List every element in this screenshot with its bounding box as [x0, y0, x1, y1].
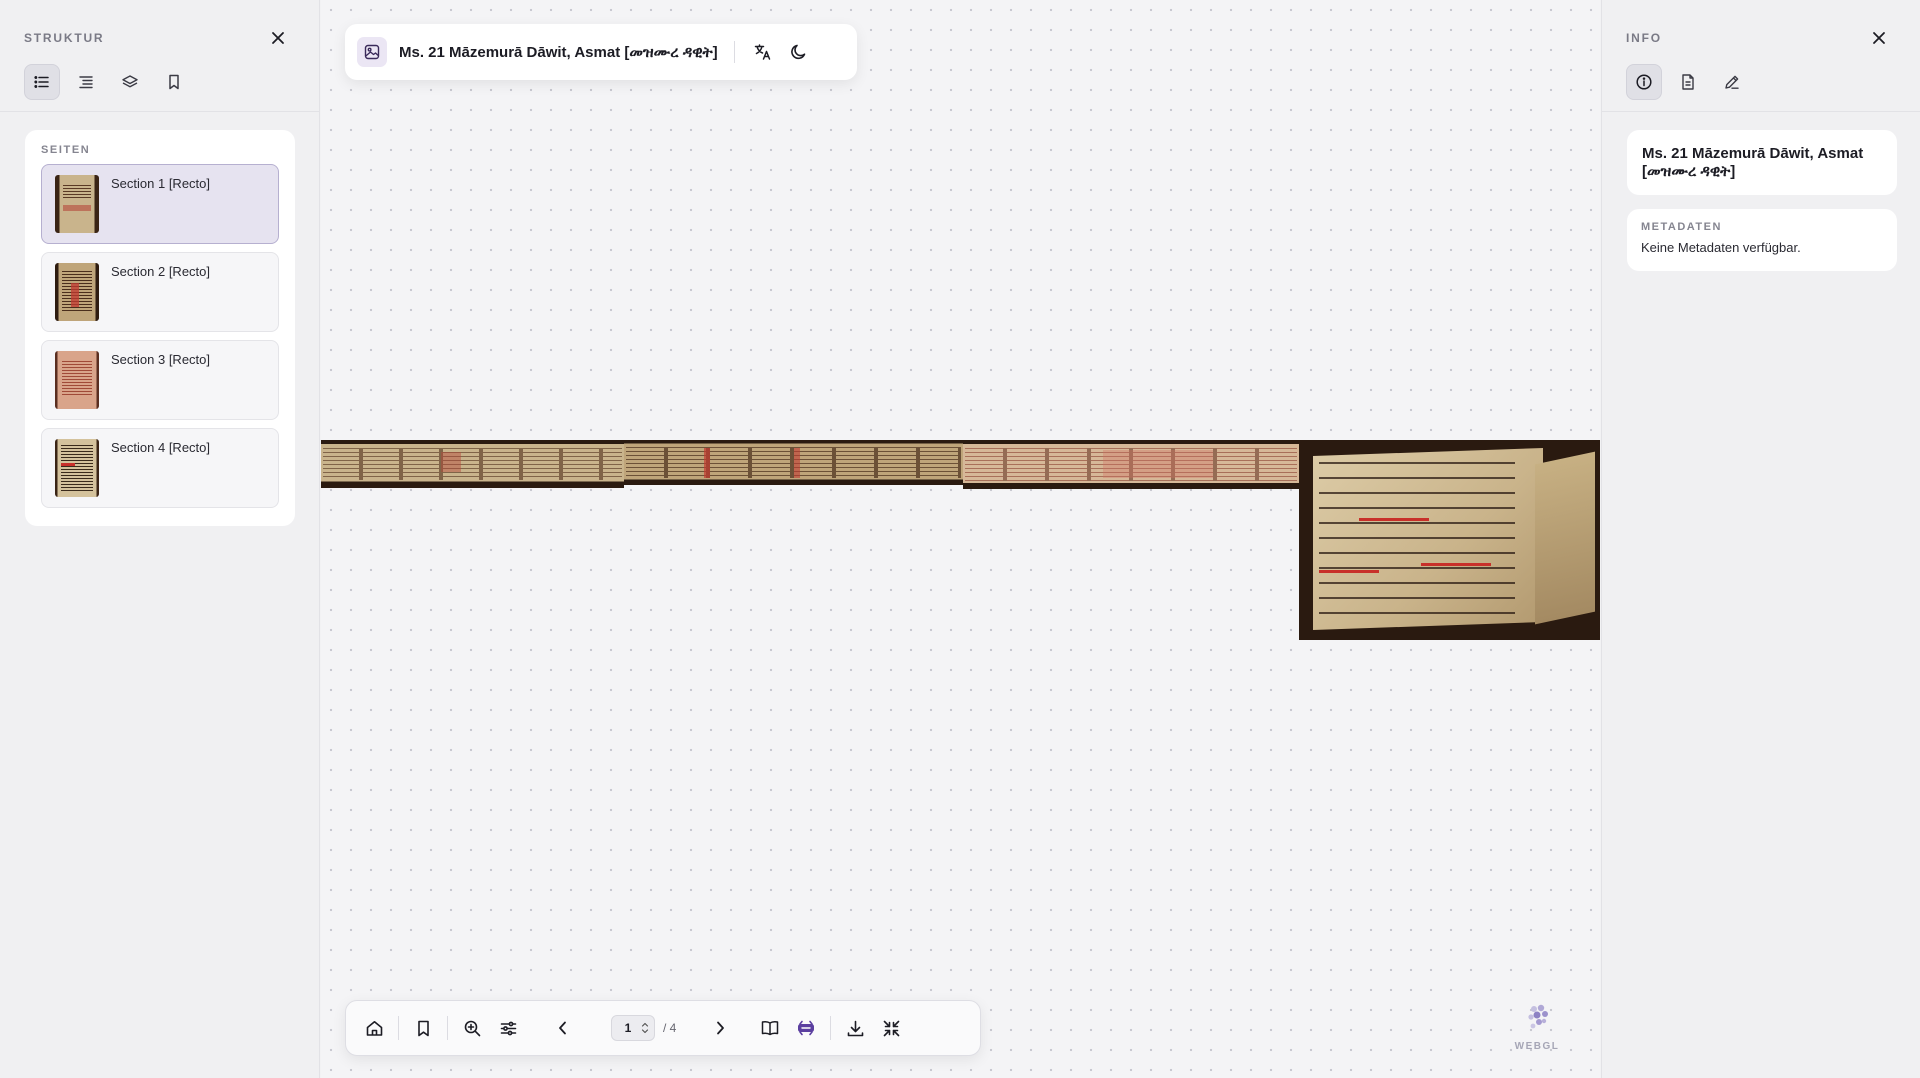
toolbar-separator — [398, 1016, 399, 1040]
logo-icon — [1528, 1004, 1548, 1029]
home-button[interactable] — [356, 1010, 392, 1046]
info-panel-header: INFO — [1602, 0, 1920, 112]
pen-icon — [1725, 75, 1739, 89]
page-item-3[interactable]: Section 3 [Recto] — [41, 340, 279, 420]
bookmark-icon — [169, 74, 179, 90]
close-icon — [1873, 32, 1885, 44]
bookmark-button[interactable] — [405, 1010, 441, 1046]
structure-panel-title: STRUKTUR — [24, 31, 105, 45]
outline-view-button[interactable] — [68, 64, 104, 100]
page-navigator: / 4 — [611, 1015, 702, 1041]
page-item-1[interactable]: Section 1 [Recto] — [41, 164, 279, 244]
manuscript-section-3-image — [963, 440, 1299, 489]
previous-page-button[interactable] — [545, 1010, 581, 1046]
logo-text: WEBGL — [1514, 1041, 1560, 1052]
image-icon — [357, 37, 387, 67]
document-icon — [1682, 74, 1694, 90]
page-item-2[interactable]: Section 2 [Recto] — [41, 252, 279, 332]
download-icon — [847, 1020, 864, 1036]
document-title: Ms. 21 Māzemurā Dāwit, Asmat [መዝሙረ ዳዊት] — [399, 43, 718, 61]
download-button[interactable] — [837, 1010, 873, 1046]
info-icon — [1636, 74, 1652, 90]
manuscript-section-4-image — [1299, 440, 1600, 640]
metadata-value: Keine Metadaten verfügbar. — [1641, 240, 1801, 255]
document-tab[interactable] — [1670, 64, 1706, 100]
close-structure-panel-button[interactable] — [266, 26, 290, 50]
page-total: / 4 — [663, 1021, 677, 1035]
structure-panel-header: STRUKTUR — [0, 0, 319, 112]
title-divider — [733, 41, 735, 63]
pages-label: SEITEN — [41, 144, 91, 156]
toolbar-separator — [447, 1016, 448, 1040]
annotate-tab[interactable] — [1714, 64, 1750, 100]
collapse-icon — [883, 1020, 900, 1036]
manuscript-section-2-image — [624, 440, 963, 485]
page-item-4[interactable]: Section 4 [Recto] — [41, 428, 279, 508]
viewer-title-bar: Ms. 21 Māzemurā Dāwit, Asmat [መዝሙረ ዳዊት] — [345, 24, 857, 80]
manuscript-section-1-image — [321, 440, 624, 488]
page-thumbnail — [55, 175, 99, 233]
chevron-right-icon — [717, 1021, 725, 1035]
stepper-icon[interactable] — [641, 1022, 649, 1034]
zoom-in-icon — [464, 1020, 480, 1036]
viewer-canvas[interactable]: Ms. 21 Māzemurā Dāwit, Asmat [መዝሙረ ዳዊት] — [321, 0, 1600, 1078]
viewer-toolbar: / 4 — [345, 1000, 981, 1056]
exit-fullscreen-button[interactable] — [873, 1010, 909, 1046]
scroll-mode-button[interactable] — [788, 1010, 824, 1046]
info-tab[interactable] — [1626, 64, 1662, 100]
structure-panel: STRUKTUR SEITEN Section 1 [Recto] Sectio… — [0, 0, 320, 1078]
sliders-icon — [500, 1021, 516, 1035]
layers-view-button[interactable] — [112, 64, 148, 100]
list-view-button[interactable] — [24, 64, 60, 100]
bookmark-icon — [417, 1020, 429, 1036]
page-thumbnail — [55, 351, 99, 409]
info-panel-title: INFO — [1626, 31, 1662, 45]
home-icon — [366, 1020, 382, 1036]
book-icon — [762, 1021, 779, 1036]
dark-mode-button[interactable] — [781, 34, 817, 70]
document-info-card: Ms. 21 Māzemurā Dāwit, Asmat [መዝሙረ ዳዊት] — [1627, 130, 1897, 195]
zoom-in-button[interactable] — [454, 1010, 490, 1046]
pages-list: SEITEN Section 1 [Recto] Section 2 [Rect… — [25, 130, 295, 526]
page-thumbnail — [55, 263, 99, 321]
metadata-card: METADATEN Keine Metadaten verfügbar. — [1627, 209, 1897, 271]
close-info-panel-button[interactable] — [1867, 26, 1891, 50]
info-document-title: Ms. 21 Māzemurā Dāwit, Asmat [መዝሙረ ዳዊት] — [1642, 145, 1864, 180]
metadata-label: METADATEN — [1641, 221, 1722, 233]
chevron-left-icon — [559, 1021, 566, 1035]
info-panel: INFO Ms. 21 Māzemurā Dāwit, Asmat [መዝሙረ … — [1601, 0, 1920, 1078]
next-page-button[interactable] — [702, 1010, 738, 1046]
scroll-mode-icon — [798, 1020, 815, 1036]
close-icon — [272, 32, 284, 44]
page-label: Section 4 [Recto] — [111, 440, 210, 455]
page-label: Section 1 [Recto] — [111, 176, 210, 191]
page-label: Section 2 [Recto] — [111, 264, 210, 279]
book-view-button[interactable] — [752, 1010, 788, 1046]
page-thumbnail — [55, 439, 99, 497]
page-label: Section 3 [Recto] — [111, 352, 210, 367]
list-icon — [34, 76, 49, 88]
outline-icon — [79, 76, 93, 89]
adjustments-button[interactable] — [490, 1010, 526, 1046]
bookmarks-view-button[interactable] — [156, 64, 192, 100]
moon-icon — [790, 44, 805, 60]
layers-icon — [122, 75, 138, 88]
translate-button[interactable] — [745, 34, 781, 70]
translate-icon — [754, 44, 770, 60]
toolbar-separator — [830, 1016, 832, 1040]
app-logo: WEBGL — [1512, 1000, 1562, 1052]
